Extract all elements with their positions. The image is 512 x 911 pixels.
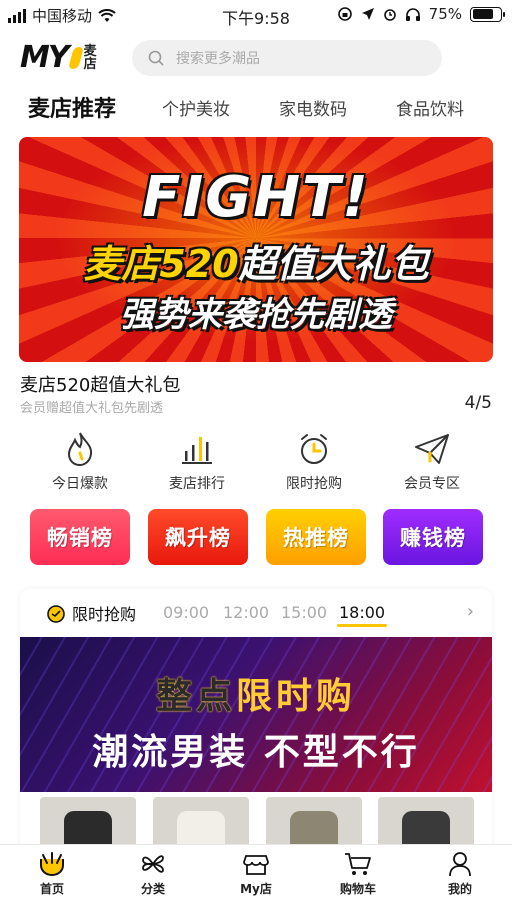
promo-banner[interactable]: FIGHT! 麦店520超值大礼包 强势来袭抢先剧透 (19, 137, 493, 362)
time-slot-1800[interactable]: 18:00 (336, 603, 388, 627)
alarm-icon (383, 9, 396, 21)
category-tabs: 麦店推荐 个护美妆 家电数码 食品饮料 (0, 85, 512, 131)
banner-line2: 麦店520超值大礼包 (83, 242, 429, 286)
earning-rank-button[interactable]: 赚钱榜 (383, 509, 483, 565)
user-icon (449, 852, 471, 877)
app-logo[interactable]: MY 麦店 (20, 40, 98, 75)
nav-label: My店 (240, 882, 272, 896)
logo-text: MY (20, 40, 70, 75)
battery-icon (470, 6, 505, 22)
battery-percent: 75% (428, 5, 462, 23)
headphones-icon (405, 8, 420, 21)
shop-icon (243, 855, 269, 875)
bar-chart-icon (182, 437, 212, 464)
search-placeholder: 搜索更多潮品 (176, 51, 260, 67)
flash-banner-line2: 潮流男装 不型不行 (92, 732, 420, 773)
app-header: MY 麦店 搜索更多潮品 (0, 30, 512, 85)
product-thumbnail[interactable] (266, 797, 362, 844)
banner-headline: FIGHT! (142, 165, 370, 230)
nav-category[interactable]: 分类 (113, 851, 193, 897)
nav-label: 分类 (140, 882, 165, 896)
quick-entry-label: 麦店排行 (169, 476, 225, 492)
tab-label: 麦店推荐 (28, 97, 117, 122)
status-bar: 中国移动 下午9:58 75% (0, 0, 512, 30)
alarm-clock-icon (301, 434, 327, 464)
quick-entry-flash[interactable]: 限时抢购 (264, 431, 364, 493)
chevron-right-icon[interactable]: › (467, 601, 474, 622)
screen-lock-icon (337, 7, 352, 21)
flash-sale-card: 限时抢购 09:00 12:00 15:00 18:00 › 整点限时购 潮流男… (20, 589, 492, 844)
nav-label: 首页 (39, 882, 64, 896)
quick-entries: 今日爆款 麦店排行 限时抢购 会员专区 (0, 431, 512, 501)
bottom-nav: 首页 分类 My店 购物车 我的 (0, 844, 512, 911)
banner-title[interactable]: 麦店520超值大礼包 (20, 371, 180, 397)
tab-food[interactable]: 食品饮料 (396, 95, 464, 120)
bestseller-rank-button[interactable]: 畅销榜 (30, 509, 130, 565)
quick-entry-label: 会员专区 (404, 476, 460, 492)
banner-line3: 强势来袭抢先剧透 (120, 295, 392, 335)
rising-rank-button[interactable]: 飙升榜 (148, 509, 248, 565)
product-thumbnails (20, 795, 492, 844)
nav-label: 购物车 (339, 882, 376, 896)
flash-banner-line1: 整点限时购 (155, 676, 357, 717)
home-icon (40, 852, 64, 877)
main-content: FIGHT! 麦店520超值大礼包 强势来袭抢先剧透 麦店520超值大礼包 会员… (0, 131, 512, 844)
quick-entry-member[interactable]: 会员专区 (382, 431, 482, 493)
paper-plane-icon (415, 434, 449, 464)
search-icon (148, 50, 164, 66)
tab-recommend[interactable]: 麦店推荐 (28, 91, 117, 125)
quick-entry-label: 限时抢购 (286, 476, 342, 492)
flash-sale-banner[interactable]: 整点限时购 潮流男装 不型不行 (20, 637, 492, 792)
flash-sale-title-text: 限时抢购 (72, 605, 137, 624)
quick-entry-label: 今日爆款 (52, 476, 108, 492)
location-icon (361, 8, 374, 20)
ranking-buttons: 畅销榜 飙升榜 热推榜 赚钱榜 (0, 509, 512, 567)
nav-my-shop[interactable]: My店 (216, 851, 296, 897)
nav-label: 我的 (447, 882, 472, 896)
nav-profile[interactable]: 我的 (420, 851, 500, 897)
banner-subtitle: 会员赠超值大礼包先剧透 (20, 401, 164, 416)
clock-icon (47, 605, 65, 623)
tab-label: 食品饮料 (396, 100, 464, 120)
tab-label: 家电数码 (279, 100, 347, 120)
tab-beauty[interactable]: 个护美妆 (162, 95, 230, 120)
search-bar[interactable]: 搜索更多潮品 (132, 40, 442, 76)
product-thumbnail[interactable] (378, 797, 474, 844)
product-thumbnail[interactable] (153, 797, 249, 844)
banner-page-indicator: 4/5 (464, 393, 492, 413)
time-slot-0900[interactable]: 09:00 (163, 603, 209, 622)
nav-home[interactable]: 首页 (12, 851, 92, 897)
logo-cn-text: 麦店 (83, 43, 97, 72)
category-icon (142, 855, 164, 873)
hot-rank-button[interactable]: 热推榜 (266, 509, 366, 565)
tab-label: 个护美妆 (162, 100, 230, 120)
cart-icon (345, 853, 371, 875)
tab-electronics[interactable]: 家电数码 (279, 95, 347, 120)
flash-sale-title[interactable]: 限时抢购 (46, 601, 136, 625)
nav-cart[interactable]: 购物车 (318, 851, 398, 897)
time-slot-1200[interactable]: 12:00 (223, 603, 269, 622)
logo-mark-icon (67, 46, 84, 69)
product-thumbnail[interactable] (40, 797, 136, 844)
time-slot-1500[interactable]: 15:00 (281, 603, 327, 622)
quick-entry-ranking[interactable]: 麦店排行 (147, 431, 247, 493)
flame-icon (67, 432, 93, 467)
quick-entry-hot[interactable]: 今日爆款 (30, 431, 130, 493)
flash-sale-header: 限时抢购 09:00 12:00 15:00 18:00 › (20, 589, 492, 637)
